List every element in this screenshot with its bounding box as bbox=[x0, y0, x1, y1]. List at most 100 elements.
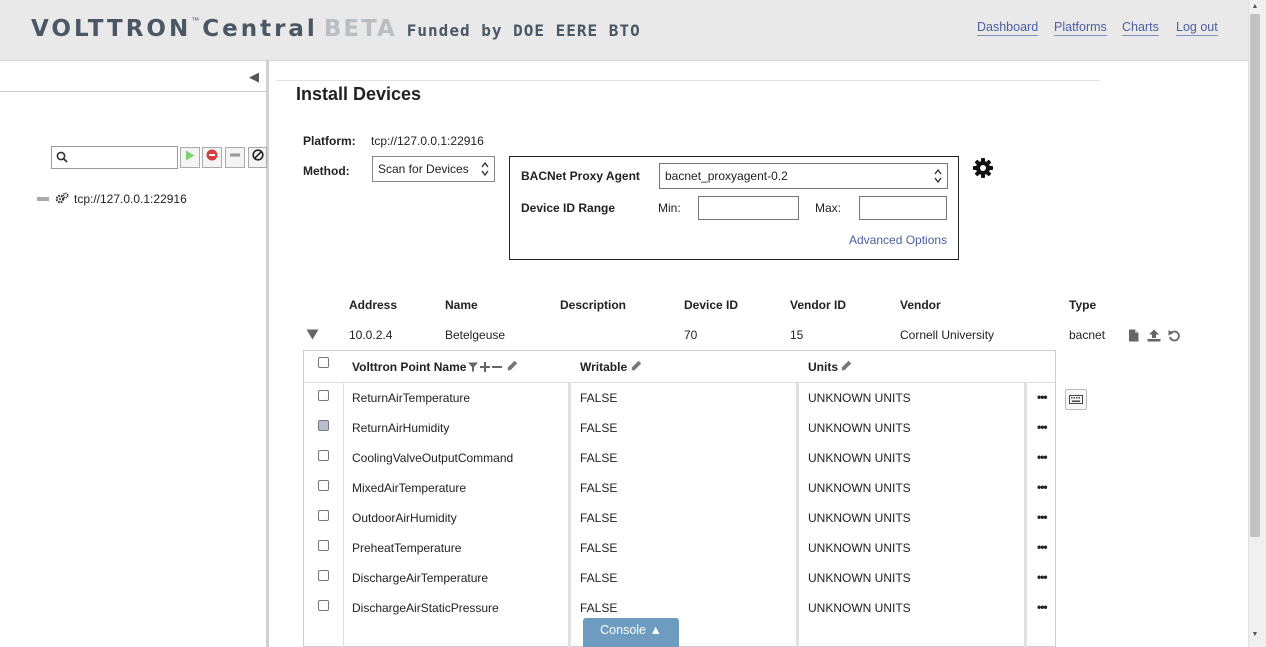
min-id-input[interactable] bbox=[698, 196, 799, 220]
row-more-icon[interactable]: ••• bbox=[1037, 480, 1048, 494]
clear-filter-button[interactable] bbox=[248, 147, 267, 168]
row-checkbox[interactable] bbox=[318, 600, 329, 611]
max-id-input[interactable] bbox=[859, 196, 947, 220]
min-label: Min: bbox=[658, 201, 681, 215]
max-label: Max: bbox=[815, 201, 842, 215]
point-name-cell[interactable]: OutdoorAirHumidity bbox=[352, 511, 457, 525]
column-resize-handle[interactable] bbox=[796, 383, 799, 647]
search-box[interactable] bbox=[51, 146, 178, 169]
column-divider bbox=[343, 383, 344, 647]
stop-icon bbox=[206, 149, 218, 161]
writable-cell[interactable]: FALSE bbox=[580, 451, 617, 465]
keyboard-icon[interactable] bbox=[1065, 389, 1087, 410]
writable-cell[interactable]: FALSE bbox=[580, 421, 617, 435]
nav-charts[interactable]: Charts bbox=[1122, 20, 1159, 36]
row-checkbox[interactable] bbox=[318, 540, 329, 551]
upload-icon[interactable] bbox=[1147, 329, 1161, 345]
tree-collapse-icon[interactable] bbox=[37, 197, 49, 201]
method-select[interactable]: Scan for Devices bbox=[372, 156, 495, 182]
row-checkbox[interactable] bbox=[318, 420, 329, 431]
point-name-cell[interactable]: DischargeAirStaticPressure bbox=[352, 601, 499, 615]
platform-label: Platform: bbox=[303, 134, 356, 148]
row-more-icon[interactable]: ••• bbox=[1037, 390, 1048, 404]
scrollbar-thumb[interactable] bbox=[1250, 14, 1260, 537]
select-all-checkbox[interactable] bbox=[318, 357, 329, 368]
point-name-cell[interactable]: PreheatTemperature bbox=[352, 541, 461, 555]
nav-platforms[interactable]: Platforms bbox=[1054, 20, 1107, 36]
units-cell[interactable]: UNKNOWN UNITS bbox=[808, 541, 911, 555]
units-cell[interactable]: UNKNOWN UNITS bbox=[808, 391, 911, 405]
filter-icon[interactable] bbox=[468, 361, 478, 375]
row-more-icon[interactable]: ••• bbox=[1037, 570, 1048, 584]
remove-column-icon[interactable] bbox=[492, 361, 502, 375]
row-checkbox[interactable] bbox=[318, 570, 329, 581]
units-cell[interactable]: UNKNOWN UNITS bbox=[808, 571, 911, 585]
edit-pencil-icon[interactable] bbox=[841, 360, 852, 374]
console-toggle-button[interactable]: Console ▲ bbox=[583, 618, 679, 647]
device-vendor: Cornell University bbox=[900, 328, 995, 342]
writable-cell[interactable]: FALSE bbox=[580, 601, 617, 615]
platform-gears-icon bbox=[55, 192, 69, 207]
writable-cell[interactable]: FALSE bbox=[580, 541, 617, 555]
row-more-icon[interactable]: ••• bbox=[1037, 540, 1048, 554]
row-checkbox[interactable] bbox=[318, 510, 329, 521]
writable-cell[interactable]: FALSE bbox=[580, 391, 617, 405]
col-name: Name bbox=[445, 298, 478, 312]
play-filter-button[interactable] bbox=[180, 147, 200, 168]
col-point-name: Volttron Point Name bbox=[352, 360, 467, 374]
collapse-sidebar-icon[interactable]: ◀ bbox=[249, 69, 259, 85]
select-arrows-icon bbox=[934, 168, 942, 184]
row-more-icon[interactable]: ••• bbox=[1037, 420, 1048, 434]
writable-cell[interactable]: FALSE bbox=[580, 571, 617, 585]
device-name: Betelgeuse bbox=[445, 328, 506, 342]
row-more-icon[interactable]: ••• bbox=[1037, 450, 1048, 464]
point-name-cell[interactable]: CoolingValveOutputCommand bbox=[352, 451, 513, 465]
column-resize-handle[interactable] bbox=[568, 383, 571, 647]
writable-cell[interactable]: FALSE bbox=[580, 481, 617, 495]
stop-filter-button[interactable] bbox=[202, 147, 222, 168]
row-checkbox[interactable] bbox=[318, 390, 329, 401]
nav-logout[interactable]: Log out bbox=[1176, 20, 1218, 36]
writable-cell[interactable]: FALSE bbox=[580, 511, 617, 525]
units-cell[interactable]: UNKNOWN UNITS bbox=[808, 511, 911, 525]
minus-filter-button[interactable] bbox=[225, 147, 245, 168]
nav-dashboard[interactable]: Dashboard bbox=[977, 20, 1039, 36]
row-more-icon[interactable]: ••• bbox=[1037, 510, 1048, 524]
undo-icon[interactable] bbox=[1168, 329, 1180, 345]
scan-gear-icon[interactable] bbox=[972, 157, 994, 182]
col-vendor: Vendor bbox=[900, 298, 941, 312]
advanced-options-link[interactable]: Advanced Options bbox=[849, 233, 947, 247]
row-checkbox[interactable] bbox=[318, 480, 329, 491]
col-device-id: Device ID bbox=[684, 298, 739, 312]
file-icon[interactable] bbox=[1128, 329, 1139, 345]
edit-pencil-icon[interactable] bbox=[507, 360, 518, 374]
col-writable: Writable bbox=[580, 360, 628, 374]
point-name-cell[interactable]: ReturnAirTemperature bbox=[352, 391, 470, 405]
edit-pencil-icon[interactable] bbox=[631, 360, 642, 374]
point-name-cell[interactable]: DischargeAirTemperature bbox=[352, 571, 488, 585]
logo-central: Central bbox=[202, 16, 318, 42]
method-label: Method: bbox=[303, 164, 350, 178]
point-name-cell[interactable]: ReturnAirHumidity bbox=[352, 421, 449, 435]
col-description: Description bbox=[560, 298, 627, 312]
scroll-down-icon[interactable]: ▼ bbox=[1250, 631, 1260, 638]
select-arrows-icon bbox=[481, 161, 489, 177]
units-cell[interactable]: UNKNOWN UNITS bbox=[808, 421, 911, 435]
row-checkbox[interactable] bbox=[318, 450, 329, 461]
add-column-icon[interactable] bbox=[480, 361, 490, 375]
expand-device-icon[interactable] bbox=[306, 329, 319, 343]
units-cell[interactable]: UNKNOWN UNITS bbox=[808, 481, 911, 495]
proxy-agent-label: BACNet Proxy Agent bbox=[521, 169, 640, 183]
units-cell[interactable]: UNKNOWN UNITS bbox=[808, 601, 911, 615]
scroll-up-icon[interactable]: ▲ bbox=[1250, 3, 1260, 10]
column-resize-handle[interactable] bbox=[1024, 383, 1027, 647]
units-cell[interactable]: UNKNOWN UNITS bbox=[808, 451, 911, 465]
proxy-agent-select[interactable]: bacnet_proxyagent-0.2 bbox=[659, 163, 948, 189]
search-icon bbox=[56, 151, 68, 166]
tree-item-platform[interactable]: tcp://127.0.0.1:22916 bbox=[74, 192, 187, 206]
point-name-cell[interactable]: MixedAirTemperature bbox=[352, 481, 466, 495]
row-more-icon[interactable]: ••• bbox=[1037, 600, 1048, 614]
col-units: Units bbox=[808, 360, 838, 374]
search-input[interactable] bbox=[72, 149, 172, 166]
device-id-range-label: Device ID Range bbox=[521, 201, 616, 215]
